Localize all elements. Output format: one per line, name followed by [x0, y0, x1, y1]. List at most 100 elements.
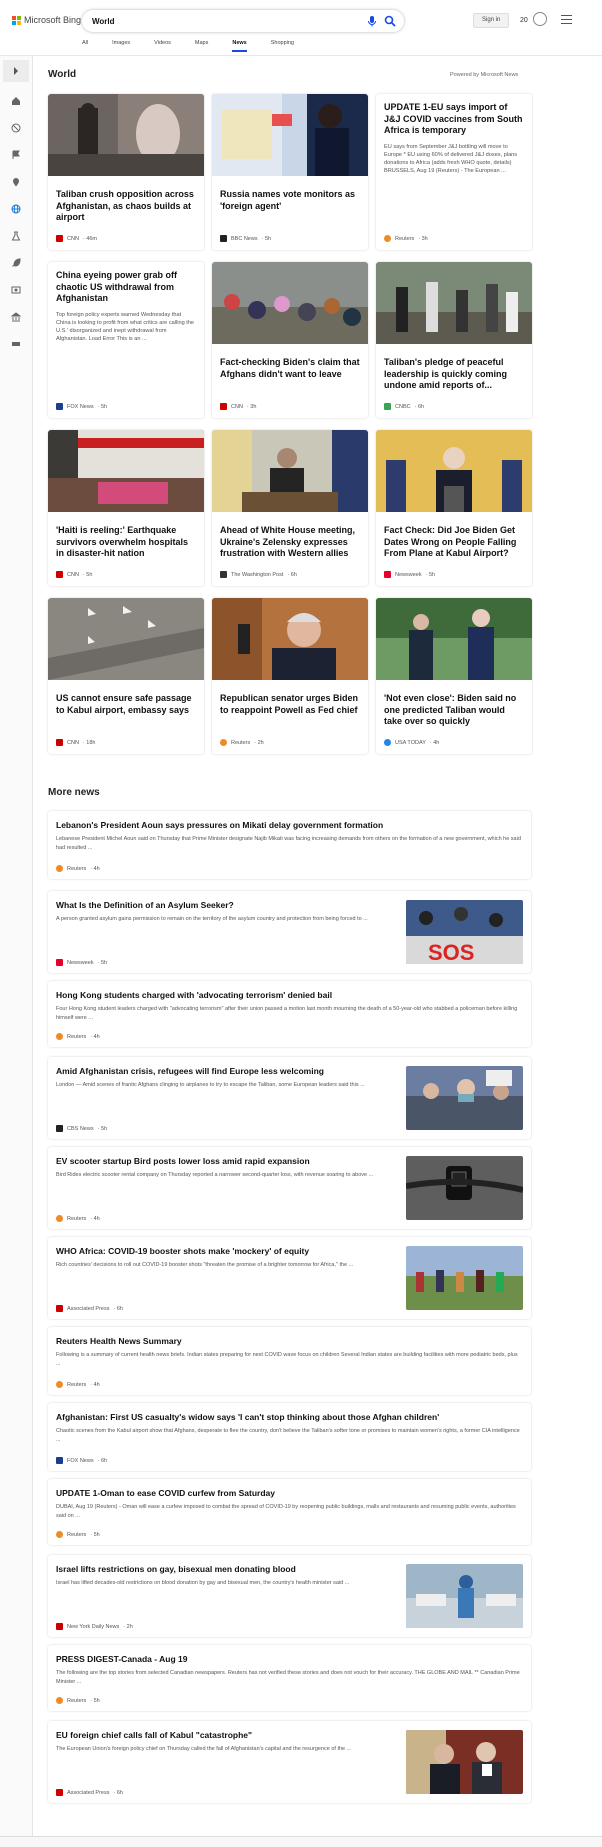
source-label: CBS News · 5h: [56, 1125, 107, 1132]
rewards-icon[interactable]: [533, 12, 547, 26]
more-news-item[interactable]: What Is the Definition of an Asylum Seek…: [48, 891, 531, 973]
source-label: Reuters · 4h: [56, 1381, 100, 1388]
news-card[interactable]: 'Not even close': Biden said no one pred…: [376, 598, 532, 754]
source-label: Reuters · 3h: [384, 235, 428, 242]
source-logo-icon: [220, 571, 227, 578]
more-news-item[interactable]: Israel lifts restrictions on gay, bisexu…: [48, 1555, 531, 1637]
menu-icon[interactable]: [561, 15, 572, 27]
source-label: The Washington Post · 6h: [220, 571, 297, 578]
globe-icon[interactable]: [11, 204, 21, 214]
scope-tabs: All Images Videos Maps News Shopping: [82, 40, 318, 52]
news-thumbnail: [406, 1564, 523, 1628]
source-logo-icon: [56, 1623, 63, 1630]
news-card[interactable]: Taliban's pledge of peaceful leadership …: [376, 262, 532, 418]
tab-maps[interactable]: Maps: [195, 40, 208, 46]
news-card[interactable]: Taliban crush opposition across Afghanis…: [48, 94, 204, 250]
tab-videos[interactable]: Videos: [154, 40, 171, 46]
category-rail: [0, 56, 33, 1847]
source-label: New York Daily News · 2h: [56, 1623, 133, 1630]
more-news-item[interactable]: EV scooter startup Bird posts lower loss…: [48, 1147, 531, 1229]
news-card[interactable]: 'Haiti is reeling:' Earthquake survivors…: [48, 430, 204, 586]
search-input[interactable]: [92, 16, 332, 26]
tab-news[interactable]: News: [232, 40, 248, 52]
source-label: Reuters · 4h: [56, 865, 100, 872]
news-card[interactable]: Republican senator urges Biden to reappo…: [212, 598, 368, 754]
card-image: [212, 430, 368, 512]
header: Microsoft Bing Sign in 20 All Images Vid…: [0, 0, 602, 56]
source-logo-icon: [56, 571, 63, 578]
news-card[interactable]: US cannot ensure safe passage to Kabul a…: [48, 598, 204, 754]
source-logo-icon: [56, 235, 63, 242]
more-news-item[interactable]: Hong Kong students charged with 'advocat…: [48, 981, 531, 1047]
news-thumbnail: SOS: [406, 900, 523, 964]
source-logo-icon: [220, 403, 227, 410]
news-card[interactable]: Russia names vote monitors as 'foreign a…: [212, 94, 368, 250]
more-news-item[interactable]: PRESS DIGEST-Canada - Aug 19 The followi…: [48, 1645, 531, 1711]
tab-images[interactable]: Images: [112, 40, 130, 46]
science-icon[interactable]: [11, 231, 21, 241]
sports-icon[interactable]: [11, 123, 21, 133]
bing-logo[interactable]: Microsoft Bing: [12, 15, 81, 25]
more-news-item[interactable]: Lebanon's President Aoun says pressures …: [48, 811, 531, 879]
source-label: Reuters · 5h: [56, 1697, 100, 1704]
more-news-title: More news: [48, 787, 100, 798]
tab-shopping[interactable]: Shopping: [271, 40, 294, 46]
news-card[interactable]: Fact Check: Did Joe Biden Get Dates Wron…: [376, 430, 532, 586]
source-label: CNN · 3h: [220, 403, 256, 410]
source-label: FOX News · 5h: [56, 403, 107, 410]
expand-rail-button[interactable]: [3, 60, 29, 82]
more-news-item[interactable]: UPDATE 1-Oman to ease COVID curfew from …: [48, 1479, 531, 1545]
source-label: Reuters · 4h: [56, 1215, 100, 1222]
sign-in-button[interactable]: Sign in: [473, 13, 510, 28]
tab-all[interactable]: All: [82, 40, 88, 46]
card-image: [376, 598, 532, 680]
more-news-item[interactable]: Afghanistan: First US casualty's widow s…: [48, 1403, 531, 1471]
source-logo-icon: [56, 1789, 63, 1796]
home-icon[interactable]: [11, 96, 21, 106]
search-icon[interactable]: [384, 15, 396, 27]
news-card[interactable]: Ahead of White House meeting, Ukraine's …: [212, 430, 368, 586]
location-icon[interactable]: [11, 177, 21, 187]
svg-text:SOS: SOS: [428, 940, 474, 964]
card-image: [376, 262, 532, 344]
source-label: CNN · 46m: [56, 235, 97, 242]
flag-icon[interactable]: [11, 150, 21, 160]
source-logo-icon: [56, 865, 63, 872]
source-label: Associated Press · 6h: [56, 1789, 123, 1796]
source-logo-icon: [56, 1033, 63, 1040]
microsoft-logo-icon: [12, 15, 21, 25]
entertainment-icon[interactable]: [11, 285, 21, 295]
source-label: Associated Press · 6h: [56, 1305, 123, 1312]
source-label: CNBC · 6h: [384, 403, 424, 410]
source-label: USA TODAY · 4h: [384, 739, 439, 746]
card-image: [212, 94, 368, 176]
news-card[interactable]: China eyeing power grab off chaotic US w…: [48, 262, 204, 418]
card-image: [48, 598, 204, 680]
powered-by-label: Powered by Microsoft News: [450, 72, 519, 78]
source-logo-icon: [56, 1215, 63, 1222]
rocket-icon[interactable]: [11, 258, 21, 268]
bank-icon[interactable]: [11, 312, 21, 322]
news-card[interactable]: UPDATE 1-EU says import of J&J COVID vac…: [376, 94, 532, 250]
source-logo-icon: [220, 739, 227, 746]
source-label: Reuters · 4h: [56, 1033, 100, 1040]
card-image: [212, 598, 368, 680]
more-news-item[interactable]: EU foreign chief calls fall of Kabul "ca…: [48, 1721, 531, 1803]
microphone-icon[interactable]: [366, 15, 378, 27]
money-icon[interactable]: [11, 339, 21, 349]
source-logo-icon: [56, 959, 63, 966]
page-footer: [0, 1836, 602, 1847]
rewards-points[interactable]: 20: [520, 13, 528, 28]
source-logo-icon: [56, 739, 63, 746]
more-news-item[interactable]: Reuters Health News Summary Following is…: [48, 1327, 531, 1395]
news-card[interactable]: Fact-checking Biden's claim that Afghans…: [212, 262, 368, 418]
source-logo-icon: [56, 1531, 63, 1538]
source-logo-icon: [56, 1381, 63, 1388]
more-news-item[interactable]: WHO Africa: COVID-19 booster shots make …: [48, 1237, 531, 1319]
source-label: CNN · 18h: [56, 739, 95, 746]
news-thumbnail: [406, 1156, 523, 1220]
source-label: Reuters · 2h: [220, 739, 264, 746]
more-news-item[interactable]: Amid Afghanistan crisis, refugees will f…: [48, 1057, 531, 1139]
source-logo-icon: [384, 739, 391, 746]
header-divider: [0, 55, 602, 56]
